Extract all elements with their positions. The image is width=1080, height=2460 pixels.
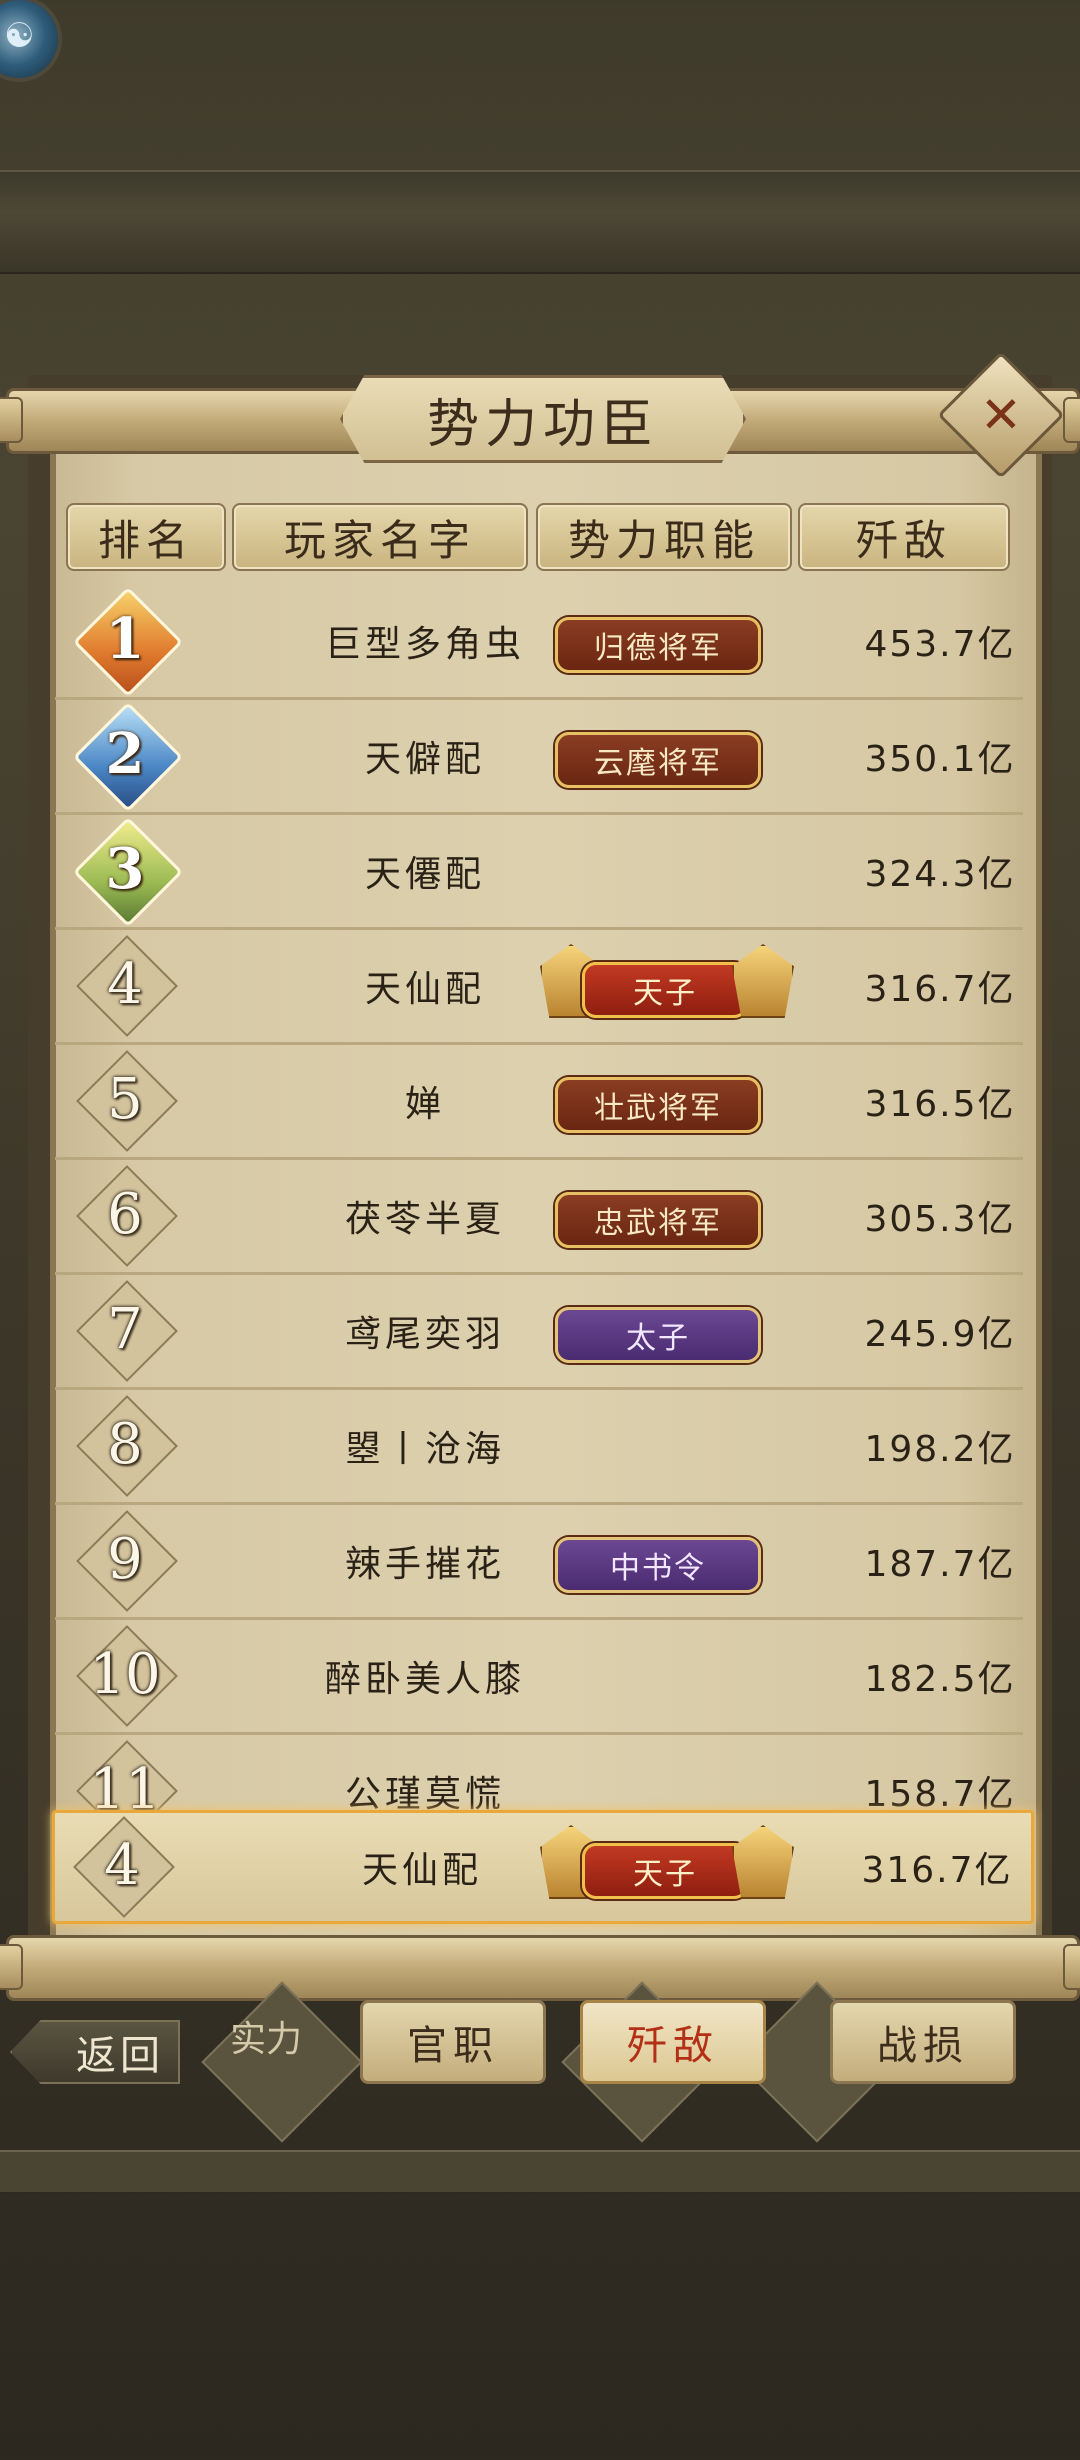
rank-number: 6 [107,1181,143,1247]
rank-number: 3 [105,836,145,902]
kill-value: 324.3亿 [864,854,1016,895]
player-name: 曌丨沧海 [344,1429,505,1470]
kill-value: 350.1亿 [864,739,1016,780]
role-badge: 壮武将军 [555,1077,761,1133]
kill-value: 453.7亿 [864,624,1016,665]
rank-number: 8 [107,1411,143,1477]
tab-official[interactable]: 官职 [360,2000,546,2084]
ranking-row[interactable]: 10 醉卧美人膝 182.5亿 [55,1620,1023,1735]
ranking-row[interactable]: 2 天僻配 云麾将军 350.1亿 [55,700,1023,815]
dragon-right-icon [732,1825,794,1899]
rank-number: 9 [107,1526,143,1592]
role-badge: 忠武将军 [555,1192,761,1248]
rank-number: 4 [107,951,143,1017]
header-kills[interactable]: 歼敌 [798,503,1010,571]
ranking-row[interactable]: 3 天僊配 324.3亿 [55,815,1023,930]
kill-value: 305.3亿 [864,1199,1016,1240]
rank-number: 2 [105,721,145,787]
decor-band-top [0,170,1080,274]
panel-title: 势力功臣 [340,375,746,463]
ranking-row[interactable]: 8 曌丨沧海 198.2亿 [55,1390,1023,1505]
my-role-badge: 天子 [582,1843,748,1899]
kill-value: 198.2亿 [864,1429,1016,1470]
bg-diamond-strength [201,1981,363,2143]
kill-value: 187.7亿 [864,1544,1016,1585]
role-badge: 云麾将军 [555,732,761,788]
ranking-row[interactable]: 4 天仙配 天子 316.7亿 [55,930,1023,1045]
header-faction-role[interactable]: 势力职能 [536,503,792,571]
back-button[interactable]: 返回 [10,2020,180,2084]
player-name: 醉卧美人膝 [324,1659,525,1700]
my-rank-row[interactable]: 4 天仙配 天子 316.7亿 [52,1810,1034,1924]
dragon-right-icon [732,944,794,1018]
tab-loss[interactable]: 战损 [830,2000,1016,2084]
avatar-emblem[interactable]: ☯ [0,0,58,78]
kill-value: 245.9亿 [864,1314,1016,1355]
ranking-row[interactable]: 9 辣手摧花 中书令 187.7亿 [55,1505,1023,1620]
player-name: 天僊配 [364,854,485,895]
role-badge: 太子 [555,1307,761,1363]
bottom-bar [0,2150,1080,2194]
header-player-name[interactable]: 玩家名字 [232,503,528,571]
role-badge: 天子 [582,962,748,1018]
role-badge: 中书令 [555,1537,761,1593]
scroll-roller-bottom [0,1935,1080,2001]
header-rank[interactable]: 排名 [66,503,226,571]
role-badge: 归德将军 [555,617,761,673]
ranking-row[interactable]: 1 巨型多角虫 归德将军 453.7亿 [55,585,1023,700]
rank-number: 5 [107,1066,143,1132]
my-kill-value: 316.7亿 [861,1850,1013,1891]
panel-title-text: 势力功臣 [426,394,659,455]
rank-number: 1 [105,606,145,672]
tab-kill[interactable]: 歼敌 [580,2000,766,2084]
ranking-row[interactable]: 7 鸢尾奕羽 太子 245.9亿 [55,1275,1023,1390]
kill-value: 316.5亿 [864,1084,1016,1125]
kill-value: 182.5亿 [864,1659,1016,1700]
rank-number: 7 [107,1296,143,1362]
rank-number: 10 [89,1641,161,1707]
strength-label: 实力 [230,2019,303,2060]
close-icon: ✕ [980,386,1022,444]
ranking-row[interactable]: 5 婵壮武将军 316.5亿 [55,1045,1023,1160]
dragon-emblem-icon: ☯ [4,16,35,56]
kill-value: 316.7亿 [864,969,1016,1010]
ranking-row[interactable]: 6 茯苓半夏 忠武将军 305.3亿 [55,1160,1023,1275]
my-rank-number: 4 [104,1832,140,1898]
